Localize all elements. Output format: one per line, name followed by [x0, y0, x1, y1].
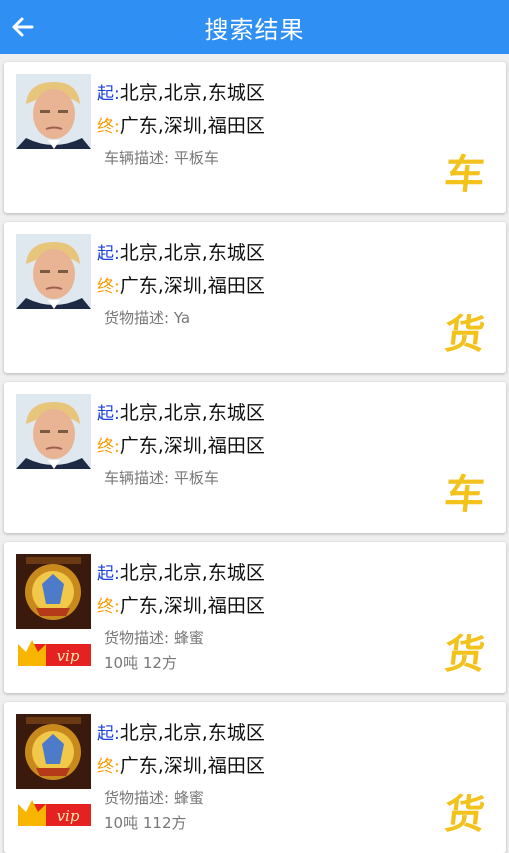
- end-value: 广东,深圳,福田区: [119, 275, 265, 297]
- description: 货物描述: 蜂蜜: [104, 629, 204, 647]
- description: 货物描述: 蜂蜜: [104, 789, 204, 807]
- person-avatar: [16, 234, 91, 309]
- vehicle-badge-icon: 车: [442, 471, 488, 518]
- vip-label: vip: [57, 807, 80, 825]
- start-value: 北京,北京,东城区: [119, 242, 265, 264]
- end-value: 广东,深圳,福田区: [119, 595, 265, 617]
- result-card[interactable]: 起:北京,北京,东城区 终:广东,深圳,福田区 货物描述: Ya 货: [4, 222, 506, 373]
- description: 货物描述: Ya: [104, 309, 191, 327]
- end-location: 终:广东,深圳,福田区: [97, 431, 265, 458]
- person-avatar: [16, 394, 91, 469]
- end-label: 终:: [97, 597, 120, 617]
- start-label: 起:: [97, 724, 120, 744]
- end-location: 终:广东,深圳,福田区: [97, 271, 265, 298]
- weight-volume: 10吨 12方: [104, 654, 177, 672]
- emblem-avatar: [16, 554, 91, 629]
- person-avatar: [16, 74, 91, 149]
- start-location: 起:北京,北京,东城区: [97, 398, 265, 425]
- result-card[interactable]: 起:北京,北京,东城区 终:广东,深圳,福田区 车辆描述: 平板车 车: [4, 382, 506, 533]
- start-location: 起:北京,北京,东城区: [97, 558, 265, 585]
- start-value: 北京,北京,东城区: [119, 402, 265, 424]
- end-value: 广东,深圳,福田区: [119, 115, 265, 137]
- vehicle-badge-icon: 车: [442, 151, 488, 198]
- start-label: 起:: [97, 564, 120, 584]
- app-header: 搜索结果: [0, 0, 509, 54]
- end-location: 终:广东,深圳,福田区: [97, 111, 265, 138]
- vip-crown-icon: vip: [18, 640, 91, 666]
- start-location: 起:北京,北京,东城区: [97, 238, 265, 265]
- emblem-avatar: [16, 714, 91, 789]
- end-location: 终:广东,深圳,福田区: [97, 751, 265, 778]
- start-label: 起:: [97, 404, 120, 424]
- result-card[interactable]: vip 起:北京,北京,东城区 终:广东,深圳,福田区 货物描述: 蜂蜜 10吨…: [4, 702, 506, 853]
- end-label: 终:: [97, 437, 120, 457]
- end-value: 广东,深圳,福田区: [119, 435, 265, 457]
- vip-crown-icon: vip: [18, 800, 91, 826]
- cargo-badge-icon: 货: [442, 631, 488, 678]
- end-location: 终:广东,深圳,福田区: [97, 591, 265, 618]
- description: 车辆描述: 平板车: [104, 149, 219, 167]
- cargo-badge-icon: 货: [442, 311, 488, 358]
- arrow-left-icon[interactable]: [6, 10, 40, 44]
- start-label: 起:: [97, 84, 120, 104]
- start-value: 北京,北京,东城区: [119, 562, 265, 584]
- start-value: 北京,北京,东城区: [119, 82, 265, 104]
- page-title: 搜索结果: [204, 15, 305, 44]
- description: 车辆描述: 平板车: [104, 469, 219, 487]
- vip-label: vip: [57, 647, 80, 665]
- end-value: 广东,深圳,福田区: [119, 755, 265, 777]
- start-location: 起:北京,北京,东城区: [97, 718, 265, 745]
- end-label: 终:: [97, 117, 120, 137]
- weight-volume: 10吨 112方: [104, 814, 187, 832]
- end-label: 终:: [97, 277, 120, 297]
- start-value: 北京,北京,东城区: [119, 722, 265, 744]
- end-label: 终:: [97, 757, 120, 777]
- cargo-badge-icon: 货: [442, 791, 488, 838]
- result-card[interactable]: vip 起:北京,北京,东城区 终:广东,深圳,福田区 货物描述: 蜂蜜 10吨…: [4, 542, 506, 693]
- result-card[interactable]: 起:北京,北京,东城区 终:广东,深圳,福田区 车辆描述: 平板车 车: [4, 62, 506, 213]
- start-label: 起:: [97, 244, 120, 264]
- start-location: 起:北京,北京,东城区: [97, 78, 265, 105]
